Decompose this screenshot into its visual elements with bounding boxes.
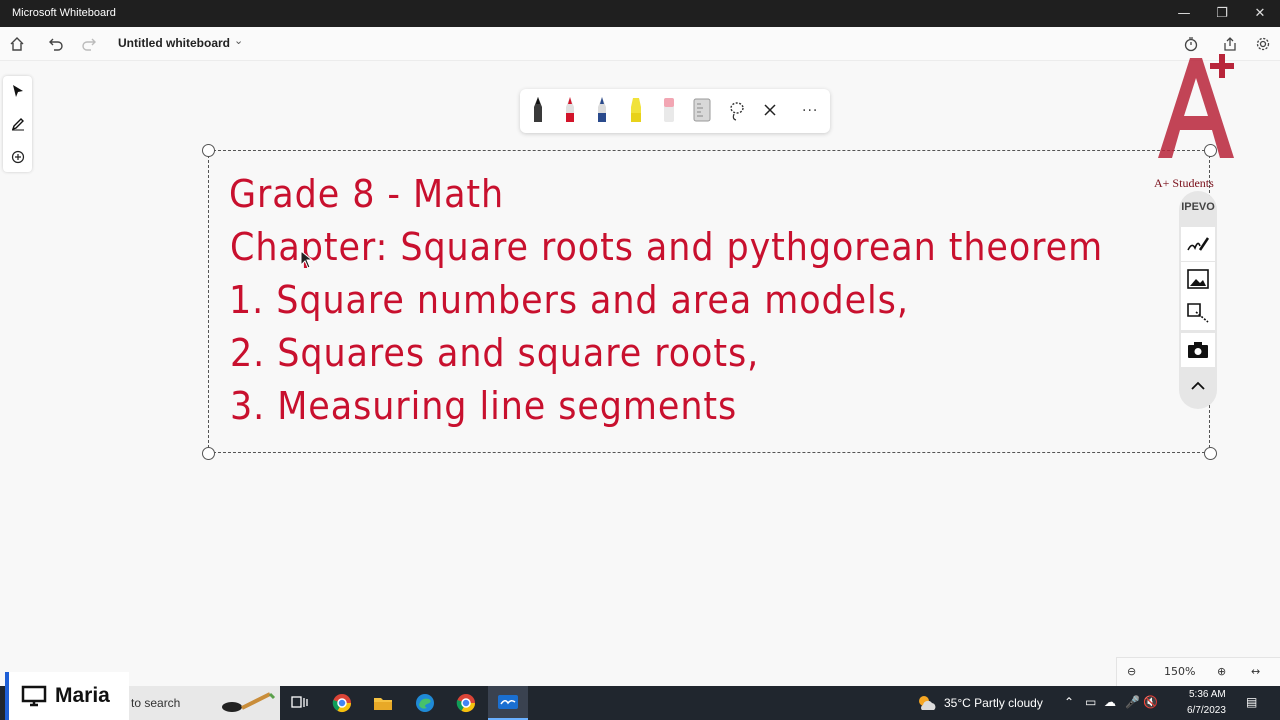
eraser-icon[interactable] xyxy=(658,95,680,125)
close-toolbar-icon[interactable] xyxy=(759,95,781,125)
maximize-button[interactable]: ❐ xyxy=(1203,0,1241,27)
blue-pen-icon[interactable] xyxy=(591,95,613,125)
left-tool-rail xyxy=(3,76,32,172)
zoom-level: 150% xyxy=(1164,665,1196,678)
snapshot-image-icon[interactable] xyxy=(1181,262,1215,296)
undo-icon[interactable] xyxy=(45,34,67,54)
search-placeholder: to search xyxy=(131,696,181,710)
whiteboard-app-icon[interactable] xyxy=(488,686,528,720)
home-icon[interactable] xyxy=(6,34,28,54)
select-arrow-icon[interactable] xyxy=(7,80,28,102)
weather-text[interactable]: 35°C Partly cloudy xyxy=(944,696,1043,710)
clock-time[interactable]: 5:36 AM xyxy=(1189,689,1226,700)
cloud-sync-icon[interactable]: ☁ xyxy=(1104,695,1116,709)
task-view-icon[interactable] xyxy=(282,689,318,717)
volume-muted-icon[interactable]: 🔇 xyxy=(1143,695,1158,709)
weather-partly-cloudy-icon[interactable] xyxy=(916,694,938,712)
hockey-doodle-icon xyxy=(222,692,276,712)
ink-line-item-1: 1. Square numbers and area models, xyxy=(229,278,909,322)
black-pen-icon[interactable] xyxy=(527,95,549,125)
window-titlebar: Microsoft Whiteboard — ❐ ✕ xyxy=(0,0,1280,27)
notifications-icon[interactable]: ▤ xyxy=(1246,695,1257,709)
pen-icon[interactable] xyxy=(7,113,28,135)
redo-icon[interactable] xyxy=(78,34,100,54)
presenter-name-card: Maria xyxy=(5,672,129,720)
inking-toolbar: ··· xyxy=(520,89,830,133)
settings-gear-icon[interactable] xyxy=(1252,34,1274,54)
fit-to-screen-icon[interactable]: ↔ xyxy=(1251,665,1260,678)
chevron-down-icon[interactable]: ⌄ xyxy=(234,34,243,47)
mouse-cursor-icon xyxy=(300,250,314,269)
zoom-in-icon[interactable]: ⊕ xyxy=(1217,665,1226,678)
ink-line-chapter: Chapter: Square roots and pythgorean the… xyxy=(230,225,1104,269)
resize-handle-top-left[interactable] xyxy=(202,144,215,157)
capture-region-icon[interactable] xyxy=(1181,296,1215,330)
window-title: Microsoft Whiteboard xyxy=(12,7,116,19)
ipevo-label: IPEVO xyxy=(1181,201,1215,213)
resize-handle-bottom-left[interactable] xyxy=(202,447,215,460)
ipevo-panel: IPEVO xyxy=(1179,191,1217,409)
display-icon[interactable]: ▭ xyxy=(1085,695,1096,709)
logo-caption: A+ Students xyxy=(1154,176,1214,190)
highlighter-icon[interactable] xyxy=(625,95,647,125)
camera-icon[interactable] xyxy=(1181,333,1215,367)
edge-icon[interactable] xyxy=(407,689,443,717)
windows-taskbar: to search 35°C Partly cloudy ⌃ ▭ ☁ 🎤 🔇 5… xyxy=(0,686,1280,720)
clock-date[interactable]: 6/7/2023 xyxy=(1187,705,1226,716)
resize-handle-bottom-right[interactable] xyxy=(1204,447,1217,460)
add-icon[interactable] xyxy=(7,146,28,168)
presenter-name: Maria xyxy=(55,684,110,707)
microphone-icon[interactable]: 🎤 xyxy=(1125,695,1140,709)
file-explorer-icon[interactable] xyxy=(365,689,401,717)
ink-line-item-3: 3. Measuring line segments xyxy=(230,384,738,428)
red-pen-icon[interactable] xyxy=(559,95,581,125)
monitor-icon xyxy=(21,685,47,707)
minimize-button[interactable]: — xyxy=(1165,0,1203,27)
collapse-panel-chevron-up-icon[interactable] xyxy=(1179,369,1217,403)
ink-line-item-2: 2. Squares and square roots, xyxy=(230,331,760,375)
more-options-icon[interactable]: ··· xyxy=(802,103,818,119)
a-plus-students-logo xyxy=(1158,54,1234,158)
zoom-out-icon[interactable]: ⊖ xyxy=(1127,665,1136,678)
board-title[interactable]: Untitled whiteboard xyxy=(118,36,230,50)
ruler-icon[interactable] xyxy=(691,95,713,125)
annotate-pen-icon[interactable] xyxy=(1181,227,1215,261)
app-toolbar: Untitled whiteboard ⌄ xyxy=(0,27,1280,61)
zoom-controls: ⊖ 150% ⊕ ↔ xyxy=(1116,657,1280,686)
chrome-icon-2[interactable] xyxy=(448,689,484,717)
chrome-icon[interactable] xyxy=(324,689,360,717)
show-hidden-icons-chevron-icon[interactable]: ⌃ xyxy=(1064,695,1074,709)
close-window-button[interactable]: ✕ xyxy=(1241,0,1279,27)
taskbar-search-box[interactable]: to search xyxy=(120,686,280,720)
lasso-select-icon[interactable] xyxy=(726,95,748,125)
ink-line-title: Grade 8 - Math xyxy=(229,172,505,216)
